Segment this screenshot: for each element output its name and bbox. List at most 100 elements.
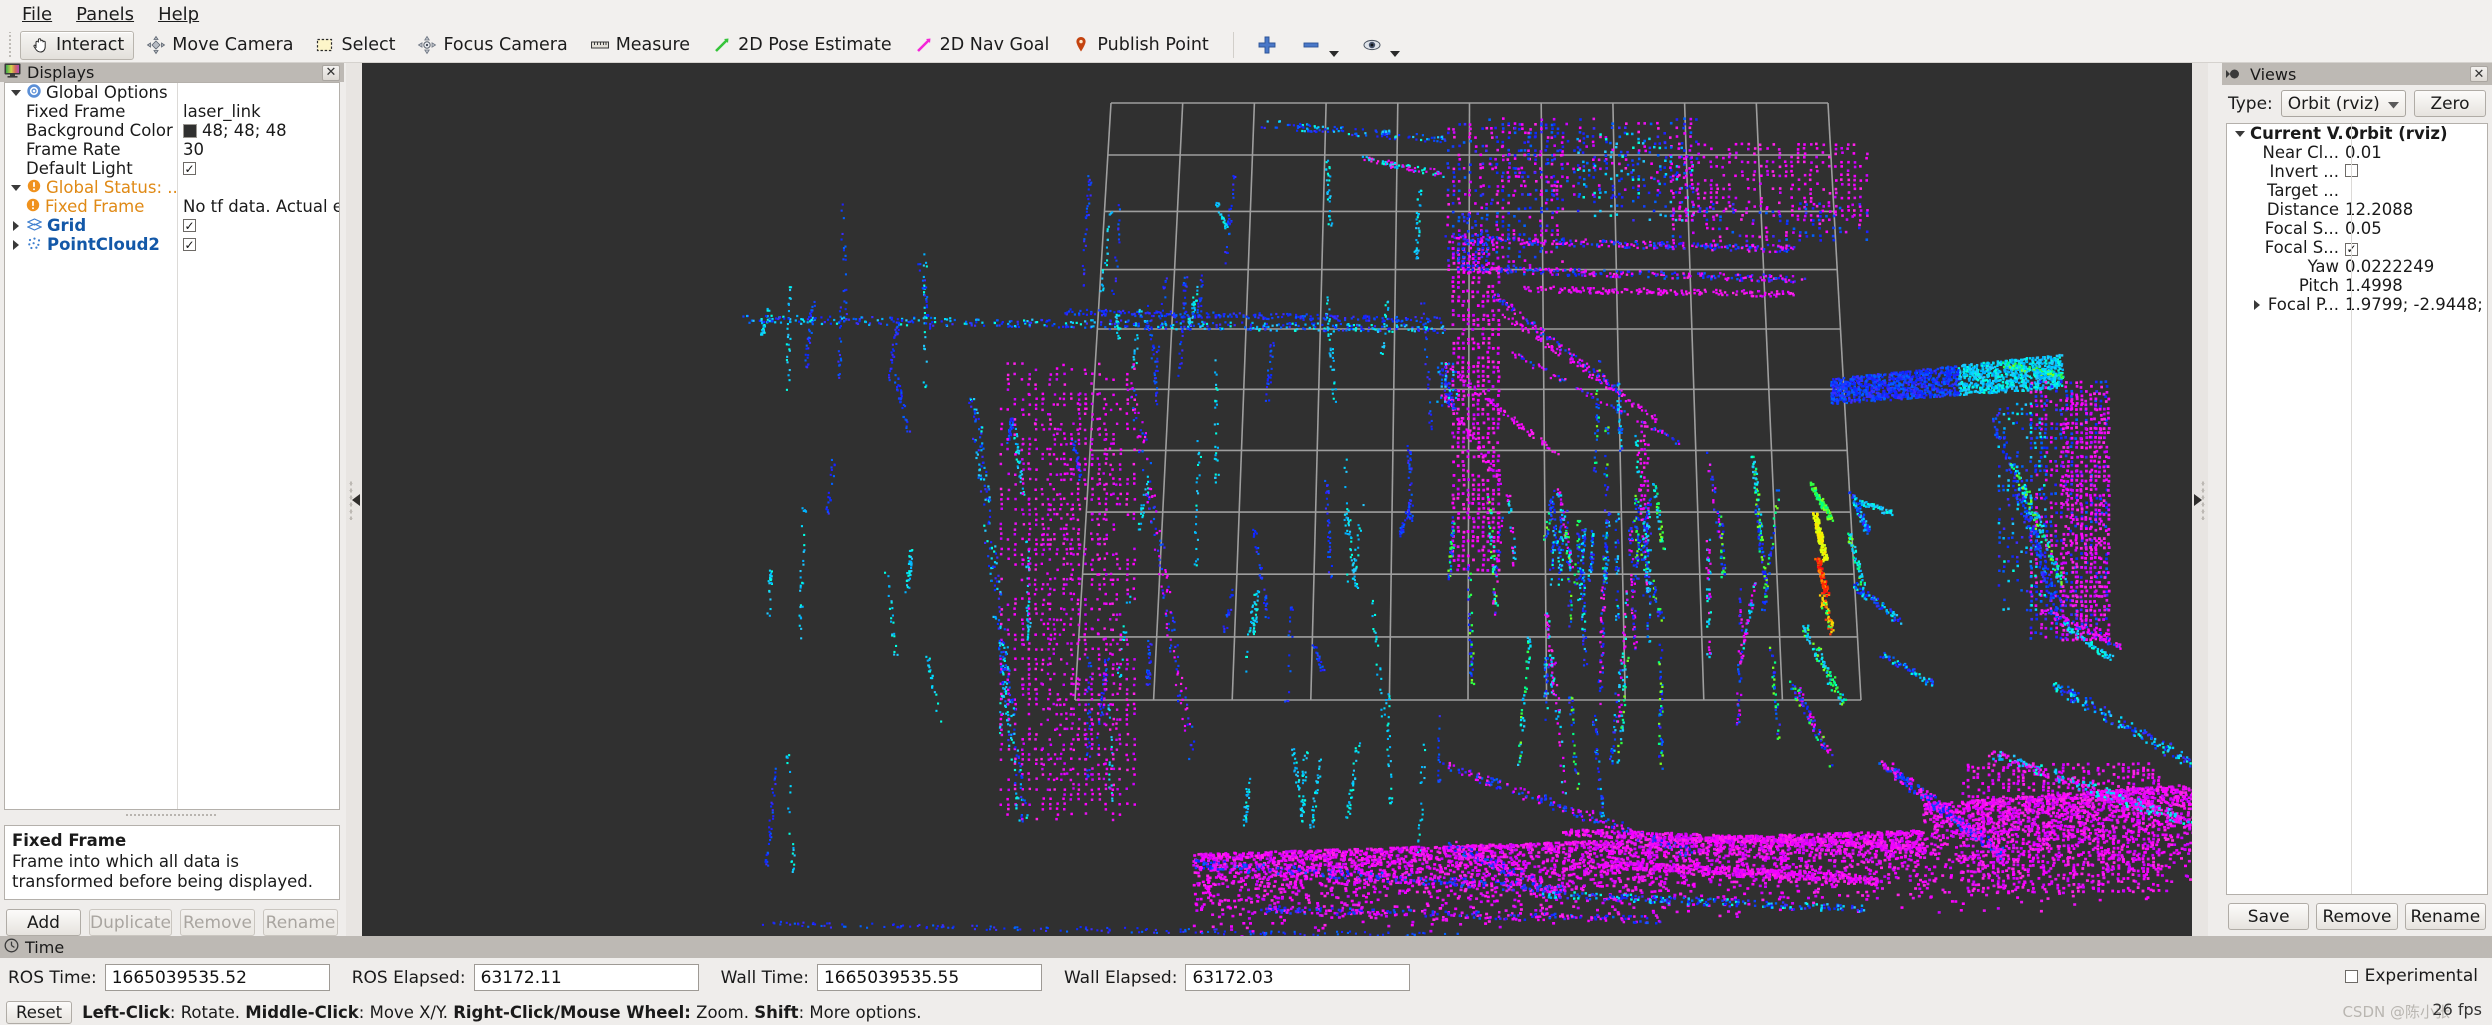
camera-icon: [2226, 65, 2244, 84]
views-row[interactable]: Yaw 0.0222249: [2227, 257, 2487, 276]
views-row-value[interactable]: [2345, 162, 2487, 181]
time-field-input[interactable]: 63172.03: [1185, 964, 1411, 991]
views-row[interactable]: Focal S... ✓: [2227, 238, 2487, 257]
views-row[interactable]: Distance 12.2088: [2227, 200, 2487, 219]
expander-down-icon[interactable]: [2233, 127, 2246, 140]
move-camera-icon: [146, 35, 166, 55]
menu-panels[interactable]: Panels: [64, 2, 146, 27]
views-row-value[interactable]: 0.05: [2345, 219, 2487, 238]
displays-row[interactable]: Global Status: ...: [5, 178, 339, 197]
views-row-value[interactable]: ✓: [2345, 238, 2487, 257]
displays-close-button[interactable]: ✕: [322, 64, 340, 81]
tool-2d-pose-estimate[interactable]: 2D Pose Estimate: [702, 31, 902, 60]
views-panel-header: Views ✕: [2222, 63, 2492, 85]
toolbar-separator: [1232, 32, 1234, 58]
views-row-label: Current V...: [2250, 124, 2345, 143]
views-row[interactable]: Invert ...: [2227, 162, 2487, 181]
views-row[interactable]: Current V...Orbit (rviz): [2227, 124, 2487, 143]
menu-file[interactable]: File: [10, 2, 64, 27]
tool-publish-point-label: Publish Point: [1097, 35, 1208, 55]
views-row[interactable]: Near Cl... 0.01: [2227, 143, 2487, 162]
time-field-input[interactable]: 1665039535.55: [816, 964, 1042, 991]
menu-help[interactable]: Help: [146, 2, 211, 27]
chevron-down-icon[interactable]: [1328, 50, 1339, 57]
expander-down-icon[interactable]: [9, 181, 22, 194]
experimental-checkbox[interactable]: [2344, 969, 2358, 983]
right-panel-collapse-handle[interactable]: [2192, 63, 2208, 936]
time-field-input[interactable]: 1665039535.52: [104, 964, 330, 991]
tool-2d-nav-goal[interactable]: 2D Nav Goal: [904, 31, 1060, 60]
displays-row[interactable]: Fixed Frame laser_link: [5, 102, 339, 121]
time-field-label: ROS Elapsed:: [352, 968, 466, 988]
visibility-button[interactable]: [1351, 31, 1410, 60]
remove-view-button[interactable]: Remove: [2316, 903, 2398, 930]
tool-focus-camera[interactable]: Focus Camera: [407, 31, 577, 60]
panel-splitter[interactable]: [126, 812, 216, 818]
displays-tree[interactable]: Global Options Fixed Frame laser_link Backg…: [4, 82, 340, 810]
duplicate-display-button[interactable]: Duplicate: [89, 909, 172, 936]
add-display-button[interactable]: Add: [6, 909, 81, 936]
remove-display-button[interactable]: Remove: [180, 909, 255, 936]
displays-row[interactable]: Global Options: [5, 83, 339, 102]
tool-measure[interactable]: Measure: [580, 31, 700, 60]
views-row-value[interactable]: 1.4998: [2345, 276, 2487, 295]
time-field-input[interactable]: 63172.11: [473, 964, 699, 991]
views-tree[interactable]: Current V...Orbit (rviz)Near Cl...0.01In…: [2226, 123, 2488, 895]
remove-tool-button[interactable]: [1290, 31, 1349, 60]
reset-time-button[interactable]: Reset: [6, 1001, 73, 1024]
displays-row-value[interactable]: 48; 48; 48: [177, 121, 339, 140]
views-row-value[interactable]: Orbit (rviz): [2345, 124, 2487, 143]
add-tool-button[interactable]: [1246, 31, 1288, 60]
displays-row-value[interactable]: No tf data. Actual err...: [177, 197, 339, 216]
views-row-value[interactable]: 0.0222249: [2345, 257, 2487, 276]
displays-row[interactable]: PointCloud2 ✓: [5, 235, 339, 254]
displays-row-value[interactable]: ✓: [177, 219, 339, 232]
tool-publish-point[interactable]: Publish Point: [1061, 31, 1218, 60]
views-row-value[interactable]: 0.01: [2345, 143, 2487, 162]
views-row[interactable]: Pitch 1.4998: [2227, 276, 2487, 295]
views-row[interactable]: Focal S... 0.05: [2227, 219, 2487, 238]
tool-move-camera[interactable]: Move Camera: [136, 31, 303, 60]
displays-row[interactable]: Fixed Frame No tf data. Actual err...: [5, 197, 339, 216]
views-row[interactable]: Target ...: [2227, 181, 2487, 200]
displays-row-name: Global Status: ...: [5, 178, 177, 197]
displays-row[interactable]: Grid ✓: [5, 216, 339, 235]
save-view-button[interactable]: Save: [2228, 903, 2310, 930]
chevron-down-icon-2[interactable]: [1389, 50, 1400, 57]
displays-row[interactable]: Frame Rate 30: [5, 140, 339, 159]
expander-right-icon[interactable]: [2251, 298, 2264, 311]
views-row-label: Focal S...: [2265, 238, 2339, 257]
displays-row[interactable]: Default Light ✓: [5, 159, 339, 178]
left-panel-collapse-handle[interactable]: [346, 63, 362, 936]
displays-row-value[interactable]: laser_link: [177, 102, 339, 121]
displays-row-value[interactable]: ✓: [177, 162, 339, 175]
color-swatch[interactable]: [183, 123, 197, 138]
expander-right-icon[interactable]: [9, 238, 22, 251]
row-checkbox[interactable]: ✓: [183, 162, 196, 175]
tool-bar: Interact Move Camera Select Focus Camera…: [0, 28, 2492, 63]
view-type-select[interactable]: Orbit (rviz): [2280, 90, 2406, 117]
row-checkbox[interactable]: ✓: [183, 238, 196, 251]
chevron-left-icon: [351, 493, 360, 506]
render-view-3d[interactable]: [362, 63, 2192, 936]
row-checkbox[interactable]: ✓: [183, 219, 196, 232]
expander-down-icon[interactable]: [9, 86, 22, 99]
views-close-button[interactable]: ✕: [2470, 66, 2488, 82]
displays-row[interactable]: Background Color 48; 48; 48: [5, 121, 339, 140]
views-row-name: Yaw: [2227, 257, 2345, 276]
tool-select[interactable]: Select: [305, 31, 405, 60]
rename-display-button[interactable]: Rename: [263, 909, 338, 936]
views-row-value[interactable]: 1.9799; -2.9448; 2.3...: [2345, 295, 2487, 314]
tool-interact[interactable]: Interact: [20, 30, 135, 60]
row-value-text: Orbit (rviz): [2345, 124, 2448, 143]
expander-right-icon[interactable]: [9, 219, 22, 232]
displays-row-value[interactable]: ✓: [177, 238, 339, 251]
tool-measure-label: Measure: [616, 35, 690, 55]
rename-view-button[interactable]: Rename: [2404, 903, 2486, 930]
toolbar-grip[interactable]: [6, 32, 16, 58]
displays-row-value[interactable]: 30: [177, 140, 339, 159]
views-row-value[interactable]: 12.2088: [2345, 200, 2487, 219]
views-row[interactable]: Focal P... 1.9799; -2.9448; 2.3...: [2227, 295, 2487, 314]
zero-view-button[interactable]: Zero: [2414, 90, 2486, 117]
views-row-label: Target ...: [2267, 181, 2339, 200]
